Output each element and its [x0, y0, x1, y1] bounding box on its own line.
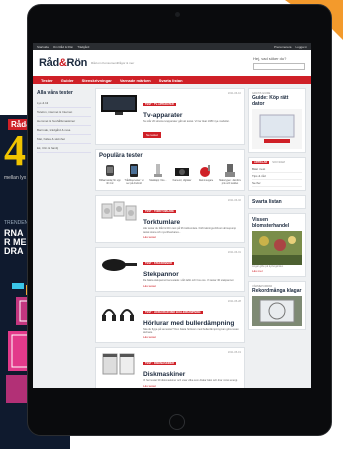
nav-item-stenskrivningar[interactable]: Stenskrivningar [78, 78, 116, 83]
article-desc: Här testar du Råd & Rön test på 36 torkt… [143, 227, 237, 234]
masthead: Råd&Rön Råd om Konsumentfrågor & mer Hej… [33, 50, 311, 76]
article-tag: TEST : STEKPANNOR [143, 262, 174, 266]
site-tagline: Råd om Konsumentfrågor & mer [91, 61, 135, 65]
sidebar-item[interactable]: Telefon, internet & Internet [37, 108, 91, 117]
topbar-link-about[interactable]: Om Råd & Rön [53, 45, 73, 49]
article-title[interactable]: Torktumlare [143, 219, 241, 226]
popular-tests: Populära tester Bilbarnstolar för upp ti… [95, 149, 245, 192]
read-test-link[interactable]: Läs testet [143, 335, 241, 339]
flower-link[interactable]: Läs mer [252, 269, 302, 273]
read-test-link[interactable]: Läs testet [143, 284, 241, 288]
flower-title: Vissen blomsterhandel [252, 217, 290, 229]
headphones-image[interactable] [99, 300, 139, 326]
sidebar-item[interactable]: Lys & bil [37, 99, 91, 108]
heatpump-title: Rekordmånga klagar [252, 288, 302, 294]
article-date: 2011-06-10 [227, 92, 241, 95]
magazine-trend-label: TRENDEN: [4, 220, 30, 226]
login-link[interactable]: Logga in [295, 45, 307, 49]
right-link[interactable]: Tips & råd [252, 173, 302, 180]
website-screen: Startsida Om Råd & Rön Trädgård Prenumer… [33, 43, 311, 388]
article-card: TEST : STEKPANNOR 2011-06-01 Stekpannor … [95, 247, 245, 292]
article-title[interactable]: Diskmaskiner [143, 371, 241, 378]
tab-articles[interactable]: ARTIKLAR [252, 161, 270, 164]
flowers-image [252, 231, 302, 265]
article-date: 2011-05-19 [227, 351, 241, 355]
read-test-link[interactable]: Läs testet [143, 235, 241, 239]
nav-item-varnade[interactable]: Varnade märken [116, 78, 155, 83]
sidebar-item[interactable]: Mat, hälsa & skönhet [37, 135, 91, 144]
article-desc: Ska du flyga på semester? Den bästa hörl… [143, 327, 239, 335]
sidebar: Alla våra tester Lys & bil Telefon, inte… [37, 90, 91, 153]
tv-image[interactable] [99, 92, 139, 118]
article-title[interactable]: Stekpannor [143, 271, 241, 278]
sidebar-item[interactable]: Hemmet & hushållsmaskiner [37, 117, 91, 126]
article-tag: TEST : DISKMASKINER [143, 362, 176, 366]
popular-item[interactable]: Matsläpp: före... [147, 163, 169, 185]
article-tag: TEST : TORKTUMLARE [143, 210, 176, 214]
article-title[interactable]: Hörlurar med bullerdämpning [143, 320, 241, 327]
topbar-link-garden[interactable]: Trädgård [77, 45, 89, 49]
heatpump-box[interactable]: VÄRMEPUMPAR Rekordmånga klagar [248, 281, 306, 330]
camera-icon [175, 12, 180, 17]
article-date: 2011-06-01 [227, 251, 241, 255]
article-date: 2011-05-28 [227, 299, 241, 303]
popular-item[interactable]: Bilbarnstolar för upp till 4 år [99, 163, 121, 185]
popular-heading: Populära tester [99, 153, 143, 160]
dishwasher-image[interactable] [99, 351, 139, 377]
read-test-link[interactable]: Läs testet [143, 384, 241, 388]
popular-item[interactable]: Trådlösa tester: vi ser på Android [123, 163, 145, 185]
sidebar-item[interactable]: Ek, Clin & familj [37, 144, 91, 153]
article-tag: TEST : HÖRLURAR MED BULLERDÄMPNING [143, 310, 203, 314]
sidebar-item[interactable]: Barnvak, trädgård & resa [37, 126, 91, 135]
main-column: TEST : TV-APPARATER 2011-06-10 Tv-appara… [95, 88, 245, 388]
flower-desc: Ängar gifte på kyrkogården [252, 265, 284, 268]
right-link[interactable]: Se fler [252, 180, 302, 187]
topbar-link-start[interactable]: Startsida [37, 45, 49, 49]
right-link[interactable]: Bäst i test [252, 166, 302, 173]
blacklist-title: Svarta listan [252, 199, 282, 205]
search-label: Hej, vad söker du? [253, 56, 287, 61]
article-tag: TEST : TV-APPARATER [143, 103, 176, 106]
article-card: TEST : TORKTUMLARE 2011-06-02 Torktumlar… [95, 195, 245, 244]
article-card: TEST : HÖRLURAR MED BULLERDÄMPNING 2011-… [95, 295, 245, 344]
popular-item[interactable]: Dammsugare [195, 163, 217, 185]
flower-shop-box[interactable]: Vissen blomsterhandel Ängar gifte på kyr… [248, 213, 306, 277]
heatpump-image [252, 296, 302, 326]
links-box: ARTIKLAR SOV-SIAM Bäst i test Tips & råd… [248, 157, 306, 191]
article-desc: Nu står 20 skivsta tvapparater gått att … [143, 120, 230, 123]
page-content: Alla våra tester Lys & bil Telefon, inte… [33, 84, 311, 388]
main-nav: Tester Guider Stenskrivningar Varnade mä… [33, 76, 311, 84]
sidebar-heading: Alla våra tester [37, 90, 73, 96]
article-desc: Vi har testat 39 diskmaskiner och visar … [143, 379, 238, 383]
subscribe-link[interactable]: Prenumerera [274, 45, 292, 49]
tv-card: TEST : TV-APPARATER 2011-06-10 Tv-appara… [95, 88, 245, 146]
blacklist-box[interactable]: Svarta listan [248, 195, 306, 209]
popular-item[interactable]: Kameror, digitaler [171, 163, 193, 185]
guide-cover-image [252, 109, 302, 149]
tab-sov[interactable]: SOV-SIAM [272, 161, 285, 164]
search-box: Hej, vad söker du? [253, 56, 305, 70]
guide-box[interactable]: GRATIS GUIDE Guide: Köp rätt dator [248, 88, 306, 153]
frying-pan-image[interactable] [99, 251, 139, 277]
nav-item-svarta-listan[interactable]: Svarta listan [155, 78, 187, 83]
search-input[interactable] [253, 63, 305, 70]
magazine-issue-number: 4 [4, 126, 26, 175]
nav-item-tester[interactable]: Tester [37, 78, 57, 83]
article-title[interactable]: Tv-apparater [143, 112, 241, 119]
nav-item-guider[interactable]: Guider [57, 78, 78, 83]
popular-item[interactable]: Matsnypen: Jämförs pris och kvalitet [219, 163, 241, 185]
home-button[interactable] [169, 414, 185, 430]
guide-title: Guide: Köp rätt dator [252, 95, 289, 107]
article-desc: De bästa stekpannorna testade i vårt lab… [143, 279, 235, 283]
top-utility-bar: Startsida Om Råd & Rön Trädgård Prenumer… [33, 43, 311, 50]
article-date: 2011-06-02 [227, 199, 241, 203]
article-card: TEST : DISKMASKINER 2011-05-19 Diskmaski… [95, 347, 245, 388]
site-logo[interactable]: Råd&Rön [39, 57, 87, 69]
right-column: GRATIS GUIDE Guide: Köp rätt dator ARTIK… [248, 88, 306, 334]
dryer-image[interactable] [99, 199, 139, 225]
see-test-button[interactable]: Se testet [143, 132, 161, 139]
